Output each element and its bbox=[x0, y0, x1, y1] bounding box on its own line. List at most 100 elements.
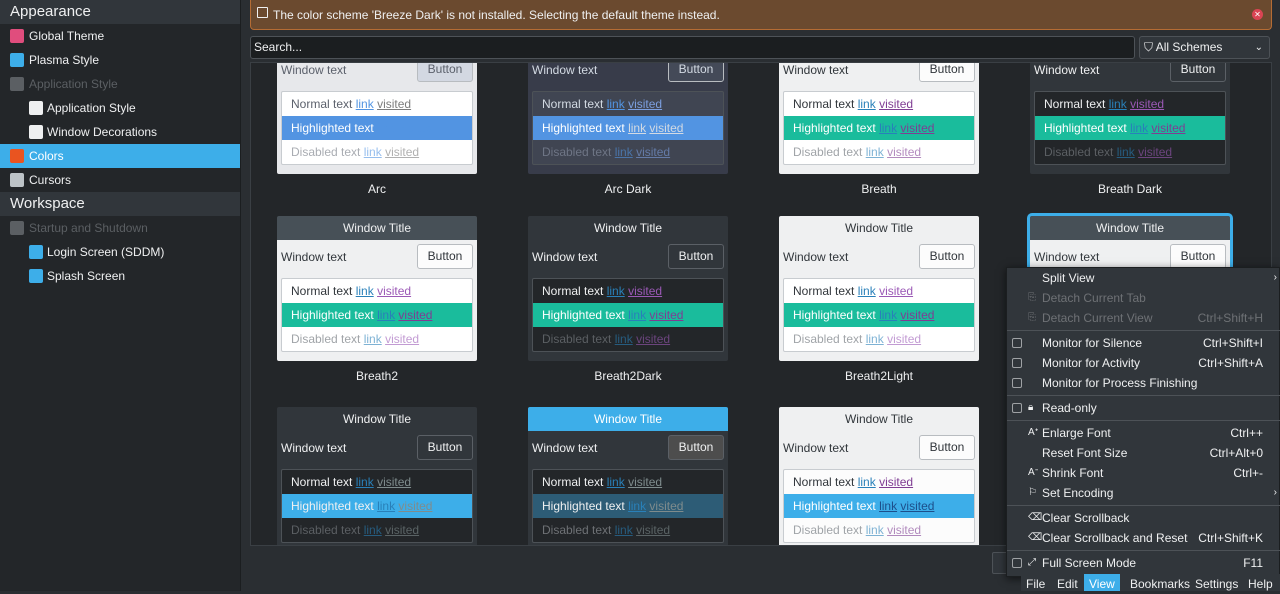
banner-text: The color scheme 'Breeze Dark' is not in… bbox=[273, 8, 720, 22]
menu-item[interactable]: Monitor for Process Finishing bbox=[1007, 373, 1280, 393]
color-scheme-tile[interactable]: Window TitleWindow textButtonNormal text… bbox=[779, 63, 979, 219]
preview-visited-link: visited bbox=[398, 308, 433, 322]
menubar-item[interactable]: Settings bbox=[1195, 574, 1238, 591]
color-scheme-tile[interactable]: Window TitleWindow textButtonNormal text… bbox=[528, 407, 728, 545]
checkbox[interactable] bbox=[1012, 338, 1022, 348]
color-scheme-tile[interactable]: Window TitleWindow textButtonNormal text… bbox=[1030, 63, 1230, 219]
sidebar-item[interactable]: Global Theme bbox=[0, 24, 240, 48]
scheme-preview[interactable]: Window TitleWindow textButtonNormal text… bbox=[277, 63, 477, 174]
preview-visited-link: visited bbox=[628, 97, 663, 111]
preview-button: Button bbox=[919, 244, 975, 269]
menu-item[interactable]: Reset Font Size Ctrl+Alt+0 bbox=[1007, 443, 1280, 463]
menubar-item[interactable]: View bbox=[1084, 574, 1120, 591]
preview-row-text: Disabled text bbox=[1044, 145, 1114, 159]
preview-visited-link: visited bbox=[385, 332, 420, 346]
menu-item[interactable]: Aᐨ Shrink Font Ctrl+- bbox=[1007, 463, 1280, 483]
menubar-item[interactable]: Edit bbox=[1057, 574, 1078, 591]
preview-row-text: Disabled text bbox=[291, 145, 361, 159]
preview-link: link bbox=[363, 145, 382, 159]
color-scheme-tile[interactable]: Window TitleWindow textButtonNormal text… bbox=[779, 407, 979, 545]
preview-window-title: Window Title bbox=[528, 407, 728, 431]
sidebar-item[interactable]: Splash Screen bbox=[0, 264, 240, 288]
checkbox[interactable] bbox=[1012, 558, 1022, 568]
preview-visited-link: visited bbox=[398, 499, 433, 513]
preview-visited-link: visited bbox=[900, 499, 935, 513]
preview-highlighted-row: Highlighted text link visited bbox=[784, 494, 974, 518]
scheme-preview[interactable]: Window TitleWindow textButtonNormal text… bbox=[779, 63, 979, 174]
sidebar-item[interactable]: Plasma Style bbox=[0, 48, 240, 72]
preview-visited-link: visited bbox=[887, 332, 922, 346]
preview-view: Normal text link visitedHighlighted text… bbox=[281, 469, 473, 543]
scheme-preview[interactable]: Window TitleWindow textButtonNormal text… bbox=[277, 216, 477, 361]
menu-item[interactable]: 🔒︎ Read-only bbox=[1007, 398, 1280, 418]
scheme-preview[interactable]: Window TitleWindow textButtonNormal text… bbox=[528, 63, 728, 174]
scheme-filter-select[interactable]: ⛉ All Schemes ⌄ bbox=[1139, 36, 1270, 59]
menubar-item[interactable]: Help bbox=[1248, 574, 1273, 591]
color-scheme-tile[interactable]: Window TitleWindow textButtonNormal text… bbox=[277, 216, 477, 406]
color-scheme-tile[interactable]: Window TitleWindow textButtonNormal text… bbox=[779, 216, 979, 406]
menu-separator bbox=[1007, 395, 1280, 396]
scheme-name-label: Breath2 bbox=[355, 369, 399, 383]
preview-row-text: Disabled text bbox=[793, 523, 863, 537]
preview-window-body: Window text Button Normal text link visite… bbox=[528, 63, 728, 174]
color-scheme-tile[interactable]: Window TitleWindow textButtonNormal text… bbox=[277, 407, 477, 545]
sidebar-section-header: Workspace bbox=[0, 192, 240, 216]
preview-link: link bbox=[628, 308, 647, 322]
menu-item[interactable]: Split View › bbox=[1007, 268, 1280, 288]
preview-disabled-row: Disabled text link visited bbox=[784, 140, 974, 164]
scheme-preview[interactable]: Window TitleWindow textButtonNormal text… bbox=[1030, 63, 1230, 174]
scheme-preview[interactable]: Window TitleWindow textButtonNormal text… bbox=[277, 407, 477, 545]
scheme-preview[interactable]: Window TitleWindow textButtonNormal text… bbox=[528, 407, 728, 545]
sidebar-item[interactable]: Window Decorations bbox=[0, 120, 240, 144]
preview-window-title: Window Title bbox=[779, 407, 979, 431]
menu-item[interactable]: Monitor for Activity Ctrl+Shift+A bbox=[1007, 353, 1280, 373]
preview-row-text: Highlighted text bbox=[542, 499, 625, 513]
preview-window-body: Window text Button Normal text link visite… bbox=[277, 240, 477, 361]
preview-window-text: Window text bbox=[1034, 250, 1100, 264]
preview-normal-row: Normal text link visited bbox=[282, 92, 472, 116]
clear-icon: ⌫ bbox=[1028, 512, 1043, 523]
scheme-preview[interactable]: Window TitleWindow textButtonNormal text… bbox=[779, 216, 979, 361]
preview-normal-row: Normal text link visited bbox=[282, 470, 472, 494]
menu-item[interactable]: ⚐ Set Encoding › bbox=[1007, 483, 1280, 503]
menubar-item[interactable]: Bookmarks bbox=[1130, 574, 1190, 591]
close-icon[interactable]: ✕ bbox=[1252, 9, 1263, 20]
preview-link: link bbox=[363, 332, 382, 346]
login-screen-icon bbox=[29, 245, 43, 259]
sidebar-item[interactable]: Cursors bbox=[0, 168, 240, 192]
sidebar-item[interactable]: Login Screen (SDDM) bbox=[0, 240, 240, 264]
menu-item[interactable]: Aᐩ Enlarge Font Ctrl++ bbox=[1007, 423, 1280, 443]
menu-item[interactable]: ⤢ Full Screen Mode F11 bbox=[1007, 553, 1280, 573]
color-scheme-tile[interactable]: Window TitleWindow textButtonNormal text… bbox=[528, 63, 728, 219]
menu-item-shortcut: Ctrl++ bbox=[1230, 426, 1263, 440]
menu-separator bbox=[1007, 420, 1280, 421]
preview-link: link bbox=[363, 523, 382, 537]
checkbox[interactable] bbox=[1012, 378, 1022, 388]
preview-window-body: Window text Button Normal text link visite… bbox=[277, 431, 477, 545]
sidebar-item[interactable]: Application Style bbox=[0, 96, 240, 120]
preview-window-text: Window text bbox=[532, 250, 598, 264]
menu-item-label: Clear Scrollback and Reset bbox=[1042, 531, 1188, 545]
preview-button: Button bbox=[668, 244, 724, 269]
preview-button: Button bbox=[668, 435, 724, 460]
preview-normal-row: Normal text link visited bbox=[282, 279, 472, 303]
menu-item[interactable]: Monitor for Silence Ctrl+Shift+I bbox=[1007, 333, 1280, 353]
scheme-preview[interactable]: Window TitleWindow textButtonNormal text… bbox=[779, 407, 979, 545]
preview-disabled-row: Disabled text link visited bbox=[533, 327, 723, 351]
sidebar-item-label: Startup and Shutdown bbox=[29, 221, 148, 235]
preview-disabled-row: Disabled text link visited bbox=[282, 140, 472, 164]
sidebar-item[interactable]: Colors bbox=[0, 144, 240, 168]
search-input[interactable]: Search... bbox=[250, 36, 1135, 59]
preview-button: Button bbox=[1170, 63, 1226, 82]
preview-view: Normal text link visitedHighlighted text… bbox=[532, 469, 724, 543]
menubar-item[interactable]: File bbox=[1026, 574, 1045, 591]
checkbox[interactable] bbox=[1012, 403, 1022, 413]
menu-item[interactable]: ⌫ Clear Scrollback bbox=[1007, 508, 1280, 528]
preview-link: link bbox=[355, 475, 374, 489]
checkbox[interactable] bbox=[1012, 358, 1022, 368]
color-scheme-tile[interactable]: Window TitleWindow textButtonNormal text… bbox=[528, 216, 728, 406]
sidebar-item: Startup and Shutdown bbox=[0, 216, 240, 240]
scheme-preview[interactable]: Window TitleWindow textButtonNormal text… bbox=[528, 216, 728, 361]
menu-item[interactable]: ⌫ Clear Scrollback and Reset Ctrl+Shift+K bbox=[1007, 528, 1280, 548]
color-scheme-tile[interactable]: Window TitleWindow textButtonNormal text… bbox=[277, 63, 477, 219]
